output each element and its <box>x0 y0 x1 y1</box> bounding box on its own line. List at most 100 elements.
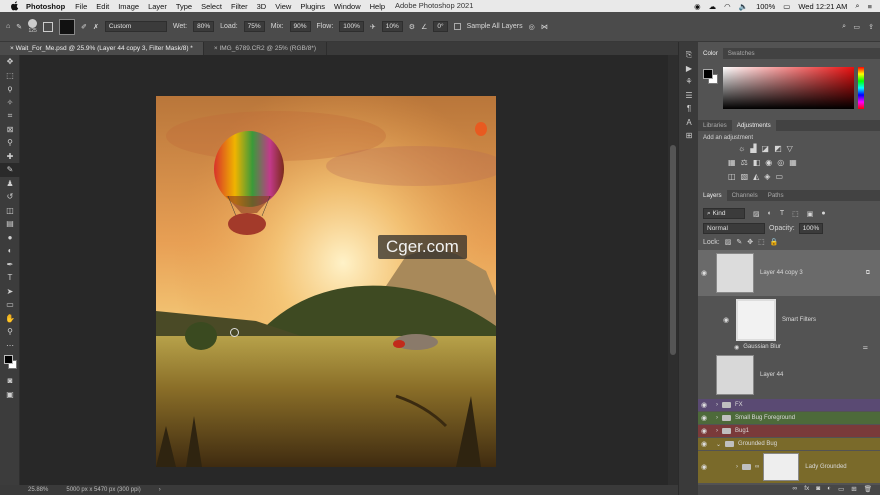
load-brush-icon[interactable]: ✐ <box>81 23 87 31</box>
more-tools-icon[interactable]: ⋯ <box>0 339 20 353</box>
layer-group-bug1[interactable]: ◉ › Bug1 <box>698 425 880 437</box>
lock-pixels-icon[interactable]: ▨ <box>725 238 732 246</box>
lock-move-icon[interactable]: ✥ <box>747 238 753 246</box>
hand-tool-icon[interactable]: ✋ <box>0 312 20 326</box>
type-tool-icon[interactable]: T <box>0 271 20 285</box>
airbrush-icon[interactable]: ✈ <box>370 23 376 31</box>
control-center-icon[interactable]: ≡ <box>868 2 872 11</box>
selective-color-icon[interactable]: ◈ <box>764 172 770 181</box>
tab-channels[interactable]: Channels <box>727 190 763 201</box>
menu-type[interactable]: Type <box>176 2 192 11</box>
curves-icon[interactable]: ◪ <box>762 144 770 153</box>
levels-icon[interactable]: ▟ <box>750 144 756 153</box>
gradient-tool-icon[interactable]: ▤ <box>0 217 20 231</box>
kind-filter-select[interactable]: ⌕ Kind <box>703 208 745 219</box>
layer-group-small-bug-foreground[interactable]: ◉ › Small Bug Foreground <box>698 412 880 424</box>
menu-view[interactable]: View <box>275 2 291 11</box>
workspace-icon[interactable]: ▭ <box>853 23 860 31</box>
color-lookup-icon[interactable]: ▦ <box>789 158 797 167</box>
app-name[interactable]: Photoshop <box>26 2 65 11</box>
layer-thumbnail[interactable] <box>716 253 754 293</box>
layer-group-lady-grounded[interactable]: ◉ › ∞ Lady Grounded <box>698 451 880 483</box>
tab-adjustments[interactable]: Adjustments <box>731 120 776 131</box>
posterize-icon[interactable]: ▧ <box>741 172 749 181</box>
document-artwork[interactable] <box>156 96 496 467</box>
clean-brush-icon[interactable]: ✗ <box>93 23 99 31</box>
channel-mixer-icon[interactable]: ◎ <box>777 158 784 167</box>
quick-mask-icon[interactable]: ◙ <box>0 374 20 388</box>
pressure-icon[interactable]: ◎ <box>529 23 535 31</box>
menu-image[interactable]: Image <box>118 2 139 11</box>
fx-icon[interactable]: fx <box>804 485 809 495</box>
tab-swatches[interactable]: Swatches <box>723 48 760 59</box>
filter-shape-icon[interactable]: ⬚ <box>792 210 799 218</box>
layer-name[interactable]: Layer 44 copy 3 <box>760 270 803 276</box>
quick-select-tool-icon[interactable]: ✧ <box>0 96 20 110</box>
smart-filters-label[interactable]: Smart Filters <box>782 317 816 323</box>
menu-help[interactable]: Help <box>370 2 385 11</box>
wet-field[interactable]: 80% <box>193 21 215 32</box>
new-group-icon[interactable]: ▭ <box>838 485 844 495</box>
blend-mode-select[interactable]: Normal <box>703 223 765 234</box>
mixer-brush-icon[interactable]: ✎ <box>16 23 22 31</box>
brightness-icon[interactable]: ☼ <box>738 144 745 153</box>
layer-row-44-copy-3[interactable]: ◉ Layer 44 copy 3 ⧉ <box>698 250 880 296</box>
color-balance-icon[interactable]: ⚖ <box>741 158 748 167</box>
current-color-swatch[interactable] <box>59 18 76 35</box>
visibility-eye-icon[interactable]: ◉ <box>698 269 710 277</box>
layer-group-grounded-bug[interactable]: ◉ ⌄ Grounded Bug <box>698 438 880 450</box>
tab-layers[interactable]: Layers <box>698 190 727 201</box>
move-tool-icon[interactable]: ✥ <box>0 55 20 69</box>
symmetry-icon[interactable]: ⋈ <box>541 23 548 31</box>
tab-img-6789[interactable]: × IMG_6789.CR2 @ 25% (RGB/8*) <box>204 42 328 55</box>
document-info[interactable]: 5000 px x 5470 px (300 ppi) <box>66 487 140 493</box>
mix-field[interactable]: 90% <box>289 21 311 32</box>
pen-tool-icon[interactable]: ✒ <box>0 258 20 272</box>
status-arrow-icon[interactable]: › <box>159 487 161 493</box>
group-name[interactable]: Grounded Bug <box>738 441 777 447</box>
healing-tool-icon[interactable]: ✚ <box>0 150 20 164</box>
clock[interactable]: Wed 12:21 AM <box>798 2 847 11</box>
visibility-eye-icon[interactable]: ◉ <box>698 401 710 409</box>
blur-tool-icon[interactable]: ● <box>0 231 20 245</box>
marquee-tool-icon[interactable]: ⬚ <box>0 69 20 83</box>
chevron-right-icon[interactable]: › <box>716 402 718 408</box>
menu-3d[interactable]: 3D <box>257 2 267 11</box>
angle-icon[interactable]: ∠ <box>421 23 427 31</box>
load-field[interactable]: 75% <box>243 21 265 32</box>
tab-wait-for-me[interactable]: × Wait_For_Me.psd @ 25.9% (Layer 44 copy… <box>0 42 204 55</box>
invert-icon[interactable]: ◫ <box>728 172 736 181</box>
flow-field[interactable]: 100% <box>339 21 364 32</box>
filter-toggle-icon[interactable]: ● <box>821 210 825 217</box>
menu-layer[interactable]: Layer <box>148 2 167 11</box>
group-mask-thumbnail[interactable] <box>763 453 800 481</box>
opacity-field[interactable]: 100% <box>798 223 824 234</box>
filter-type-icon[interactable]: T <box>780 210 784 217</box>
layer-name[interactable]: Layer 44 <box>760 372 783 378</box>
apple-icon[interactable] <box>10 1 20 11</box>
brush-tool-icon[interactable]: ✎ <box>0 163 20 177</box>
sample-all-checkbox[interactable] <box>453 23 461 30</box>
visibility-eye-icon[interactable]: ◉ <box>698 463 710 471</box>
menu-window[interactable]: Window <box>334 2 361 11</box>
exposure-icon[interactable]: ◩ <box>774 144 782 153</box>
chevron-right-icon[interactable]: › <box>736 464 738 470</box>
paragraph-panel-icon[interactable]: ¶ <box>679 102 699 116</box>
bw-icon[interactable]: ◧ <box>753 158 761 167</box>
share-icon[interactable]: ⇪ <box>868 23 874 31</box>
visibility-eye-icon[interactable]: ◉ <box>720 316 732 324</box>
trash-icon[interactable]: 🗑 <box>864 485 872 495</box>
color-swatches[interactable] <box>0 352 19 374</box>
filter-options-icon[interactable]: ⚌ <box>863 344 868 351</box>
layer-group-fx[interactable]: ◉ › FX <box>698 399 880 411</box>
tab-color[interactable]: Color <box>698 48 723 59</box>
eyedropper-tool-icon[interactable]: ⚲ <box>0 136 20 150</box>
layer-row-smart-filters[interactable]: ◉ Smart Filters <box>698 298 880 342</box>
lock-paint-icon[interactable]: ✎ <box>736 238 742 246</box>
menu-filter[interactable]: Filter <box>231 2 248 11</box>
path-select-icon[interactable]: ➤ <box>0 285 20 299</box>
search-tool-icon[interactable]: ⌕ <box>842 23 846 31</box>
new-adjustment-icon[interactable]: ◐ <box>827 485 831 495</box>
vibrance-icon[interactable]: ▽ <box>787 144 793 153</box>
properties-panel-icon[interactable]: ☰ <box>679 89 699 103</box>
